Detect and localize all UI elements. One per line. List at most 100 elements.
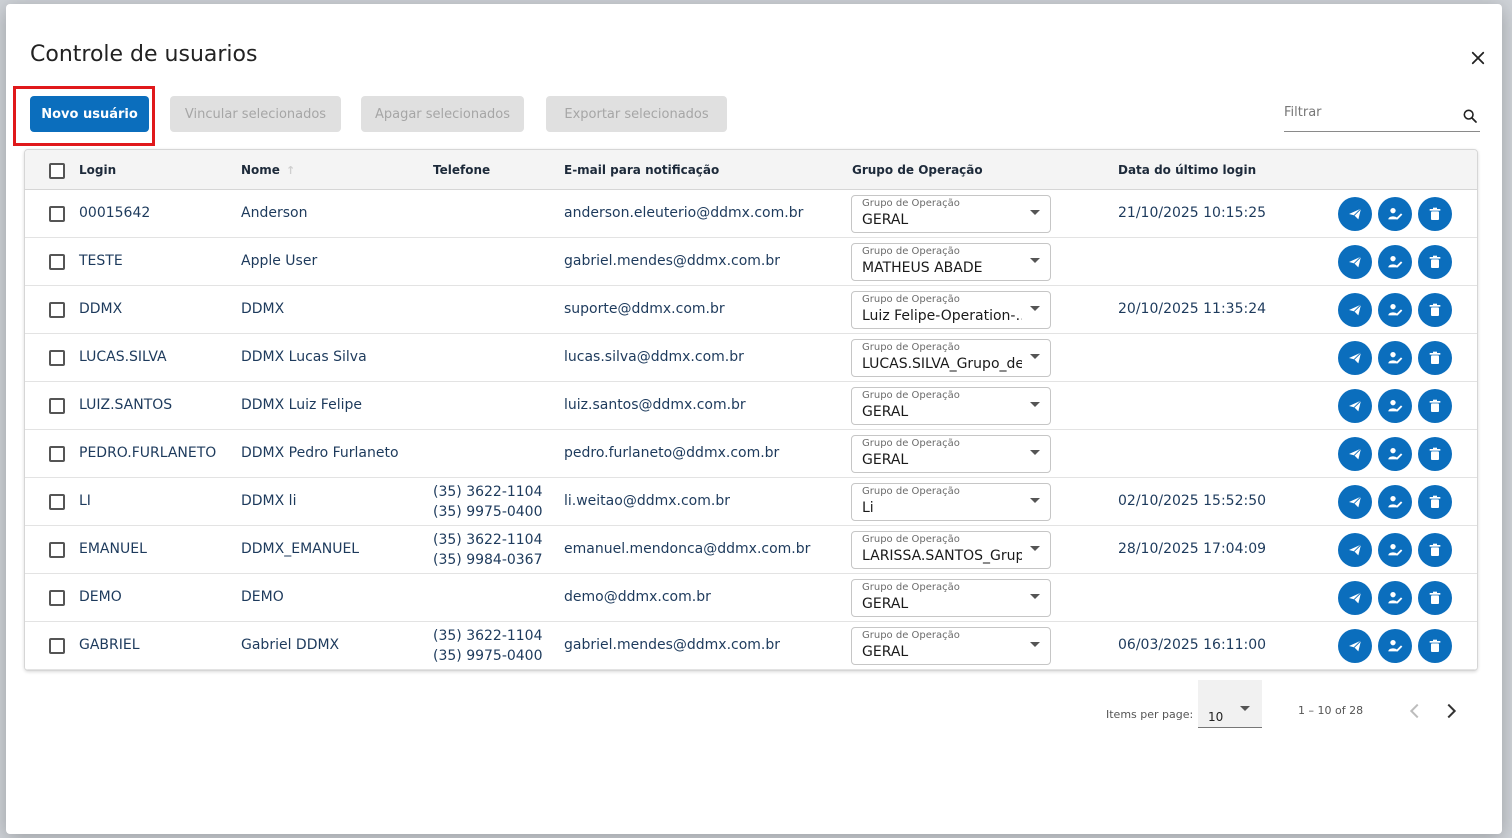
delete-selected-button[interactable]: Apagar selecionados xyxy=(361,96,524,132)
header-login[interactable]: Login xyxy=(79,163,116,177)
search-icon[interactable] xyxy=(1462,108,1478,124)
header-name[interactable]: Nome ↑ xyxy=(241,163,295,177)
phone-line: (35) 3622-1104 xyxy=(433,532,543,548)
group-select[interactable]: Grupo de Operação GERAL xyxy=(851,435,1051,473)
row-checkbox[interactable] xyxy=(49,446,65,462)
group-select[interactable]: Grupo de Operação MATHEUS ABADE xyxy=(851,243,1051,281)
trash-icon xyxy=(1429,207,1441,220)
chevron-left-icon[interactable] xyxy=(1404,700,1426,722)
group-select[interactable]: Grupo de Operação Li xyxy=(851,483,1051,521)
edit-user-button[interactable] xyxy=(1378,197,1412,231)
header-name-label: Nome xyxy=(241,163,280,177)
send-button[interactable] xyxy=(1338,245,1372,279)
group-select[interactable]: Grupo de Operação GERAL xyxy=(851,627,1051,665)
user-edit-icon xyxy=(1388,256,1403,268)
edit-user-button[interactable] xyxy=(1378,533,1412,567)
edit-user-button[interactable] xyxy=(1378,629,1412,663)
group-select-value: Li xyxy=(862,500,874,516)
trash-icon xyxy=(1429,495,1441,508)
edit-user-button[interactable] xyxy=(1378,581,1412,615)
delete-user-button[interactable] xyxy=(1418,341,1452,375)
chevron-right-icon[interactable] xyxy=(1440,700,1462,722)
filter-input[interactable] xyxy=(1284,98,1454,126)
row-checkbox[interactable] xyxy=(49,494,65,510)
send-icon xyxy=(1349,592,1362,604)
edit-user-button[interactable] xyxy=(1378,389,1412,423)
group-select-label: Grupo de Operação xyxy=(862,438,960,449)
group-select-label: Grupo de Operação xyxy=(862,630,960,641)
header-email[interactable]: E-mail para notificação xyxy=(564,163,719,177)
delete-user-button[interactable] xyxy=(1418,245,1452,279)
row-checkbox[interactable] xyxy=(49,350,65,366)
send-button[interactable] xyxy=(1338,629,1372,663)
group-select[interactable]: Grupo de Operação GERAL xyxy=(851,195,1051,233)
header-phone[interactable]: Telefone xyxy=(433,163,490,177)
trash-icon xyxy=(1429,399,1441,412)
delete-user-button[interactable] xyxy=(1418,485,1452,519)
group-select[interactable]: Grupo de Operação Luiz Felipe-Operation-… xyxy=(851,291,1051,329)
row-checkbox[interactable] xyxy=(49,398,65,414)
row-checkbox[interactable] xyxy=(49,590,65,606)
link-selected-button[interactable]: Vincular selecionados xyxy=(170,96,341,132)
phone-line: (35) 3622-1104 xyxy=(433,628,543,644)
row-checkbox[interactable] xyxy=(49,542,65,558)
send-button[interactable] xyxy=(1338,533,1372,567)
select-all-checkbox[interactable] xyxy=(49,163,65,179)
edit-user-button[interactable] xyxy=(1378,485,1412,519)
page-size-select[interactable]: 10 xyxy=(1198,680,1262,728)
header-group[interactable]: Grupo de Operação xyxy=(852,163,983,177)
send-button[interactable] xyxy=(1338,485,1372,519)
group-select-label: Grupo de Operação xyxy=(862,342,960,353)
row-checkbox[interactable] xyxy=(49,302,65,318)
group-select-label: Grupo de Operação xyxy=(862,486,960,497)
group-select[interactable]: Grupo de Operação GERAL xyxy=(851,579,1051,617)
send-button[interactable] xyxy=(1338,581,1372,615)
send-button[interactable] xyxy=(1338,293,1372,327)
login-cell: DDMX xyxy=(79,301,123,317)
edit-user-button[interactable] xyxy=(1378,245,1412,279)
send-button[interactable] xyxy=(1338,197,1372,231)
phone-line: (35) 3622-1104 xyxy=(433,484,543,500)
row-checkbox[interactable] xyxy=(49,254,65,270)
delete-user-button[interactable] xyxy=(1418,389,1452,423)
header-last-login[interactable]: Data do último login xyxy=(1118,163,1256,177)
dialog-title: Controle de usuarios xyxy=(30,42,258,67)
group-select[interactable]: Grupo de Operação GERAL xyxy=(851,387,1051,425)
send-button[interactable] xyxy=(1338,389,1372,423)
delete-user-button[interactable] xyxy=(1418,581,1452,615)
delete-user-button[interactable] xyxy=(1418,197,1452,231)
email-cell: emanuel.mendonca@ddmx.com.br xyxy=(564,541,811,557)
delete-user-button[interactable] xyxy=(1418,293,1452,327)
trash-icon xyxy=(1429,591,1441,604)
chevron-down-icon xyxy=(1030,210,1040,215)
login-cell: GABRIEL xyxy=(79,637,140,653)
delete-user-button[interactable] xyxy=(1418,533,1452,567)
edit-user-button[interactable] xyxy=(1378,437,1412,471)
edit-user-button[interactable] xyxy=(1378,293,1412,327)
send-icon xyxy=(1349,544,1362,556)
last-login-cell: 02/10/2025 15:52:50 xyxy=(1118,493,1267,509)
group-select-label: Grupo de Operação xyxy=(862,582,960,593)
edit-user-button[interactable] xyxy=(1378,341,1412,375)
email-cell: luiz.santos@ddmx.com.br xyxy=(564,397,746,413)
send-button[interactable] xyxy=(1338,341,1372,375)
users-table: Login Nome ↑ Telefone E-mail para notific… xyxy=(24,149,1478,671)
new-user-button[interactable]: Novo usuário xyxy=(30,96,149,132)
group-select[interactable]: Grupo de Operação LUCAS.SILVA_Grupo_de… xyxy=(851,339,1051,377)
user-edit-icon xyxy=(1388,448,1403,460)
export-selected-button[interactable]: Exportar selecionados xyxy=(546,96,727,132)
row-checkbox[interactable] xyxy=(49,638,65,654)
email-cell: anderson.eleuterio@ddmx.com.br xyxy=(564,205,804,221)
send-button[interactable] xyxy=(1338,437,1372,471)
trash-icon xyxy=(1429,255,1441,268)
row-checkbox[interactable] xyxy=(49,206,65,222)
user-edit-icon xyxy=(1388,544,1403,556)
group-select[interactable]: Grupo de Operação LARISSA.SANTOS_Grup… xyxy=(851,531,1051,569)
delete-user-button[interactable] xyxy=(1418,629,1452,663)
login-cell: 00015642 xyxy=(79,205,151,221)
close-button[interactable] xyxy=(1466,46,1490,70)
delete-user-button[interactable] xyxy=(1418,437,1452,471)
filter-field[interactable] xyxy=(1284,98,1480,132)
phone-line: (35) 9984-0367 xyxy=(433,552,543,568)
table-row: LI DDMX li (35) 3622-1104 (35) 9975-0400 li.… xyxy=(25,478,1477,526)
